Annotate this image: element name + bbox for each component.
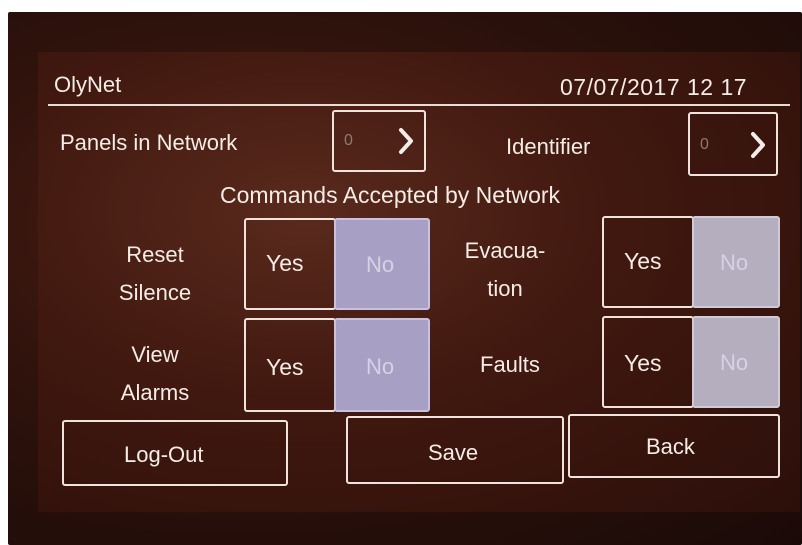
view-alarms-no-button[interactable]: No (334, 318, 430, 412)
no-label: No (720, 350, 749, 375)
faults-yes-button[interactable]: Yes (602, 316, 694, 408)
yes-label: Yes (624, 350, 662, 376)
yes-label: Yes (624, 248, 662, 274)
date-time: 07/07/2017 12 17 (560, 74, 748, 100)
log-out-button[interactable]: Log-Out (62, 420, 288, 486)
panels-in-network-label: Panels in Network (60, 130, 238, 155)
reset-silence-yes-button[interactable]: Yes (244, 218, 336, 310)
panels-in-network-value: 0 (344, 132, 353, 149)
evacuation-no-button[interactable]: No (692, 216, 780, 308)
view-alarms-yes-button[interactable]: Yes (244, 318, 336, 412)
app-title: OlyNet (54, 72, 122, 97)
no-label: No (366, 354, 395, 379)
back-button[interactable]: Back (568, 414, 780, 478)
header-divider (48, 104, 790, 106)
identifier-value: 0 (700, 136, 709, 153)
yes-label: Yes (266, 354, 304, 380)
back-label: Back (646, 434, 695, 459)
panels-in-network-stepper[interactable]: 0 (332, 110, 426, 172)
touch-screen: OlyNet 07/07/2017 12 17 Panels in Networ… (38, 52, 800, 512)
no-label: No (366, 252, 395, 277)
chevron-right-icon[interactable] (748, 130, 768, 160)
reset-silence-label: Reset Silence (118, 242, 192, 305)
save-button[interactable]: Save (346, 416, 564, 484)
log-out-label: Log-Out (124, 442, 204, 467)
faults-label: Faults (480, 352, 540, 377)
no-label: No (720, 250, 749, 275)
identifier-stepper[interactable]: 0 (688, 112, 778, 176)
commands-section-title: Commands Accepted by Network (220, 182, 561, 208)
identifier-label: Identifier (506, 134, 591, 159)
yes-label: Yes (266, 250, 304, 276)
reset-silence-no-button[interactable]: No (334, 218, 430, 310)
save-label: Save (428, 440, 479, 465)
chevron-right-icon[interactable] (396, 126, 416, 156)
evacuation-yes-button[interactable]: Yes (602, 216, 694, 308)
faults-no-button[interactable]: No (692, 316, 780, 408)
view-alarms-label: View Alarms (120, 342, 190, 405)
evacuation-label: Evacua- tion (464, 238, 546, 301)
